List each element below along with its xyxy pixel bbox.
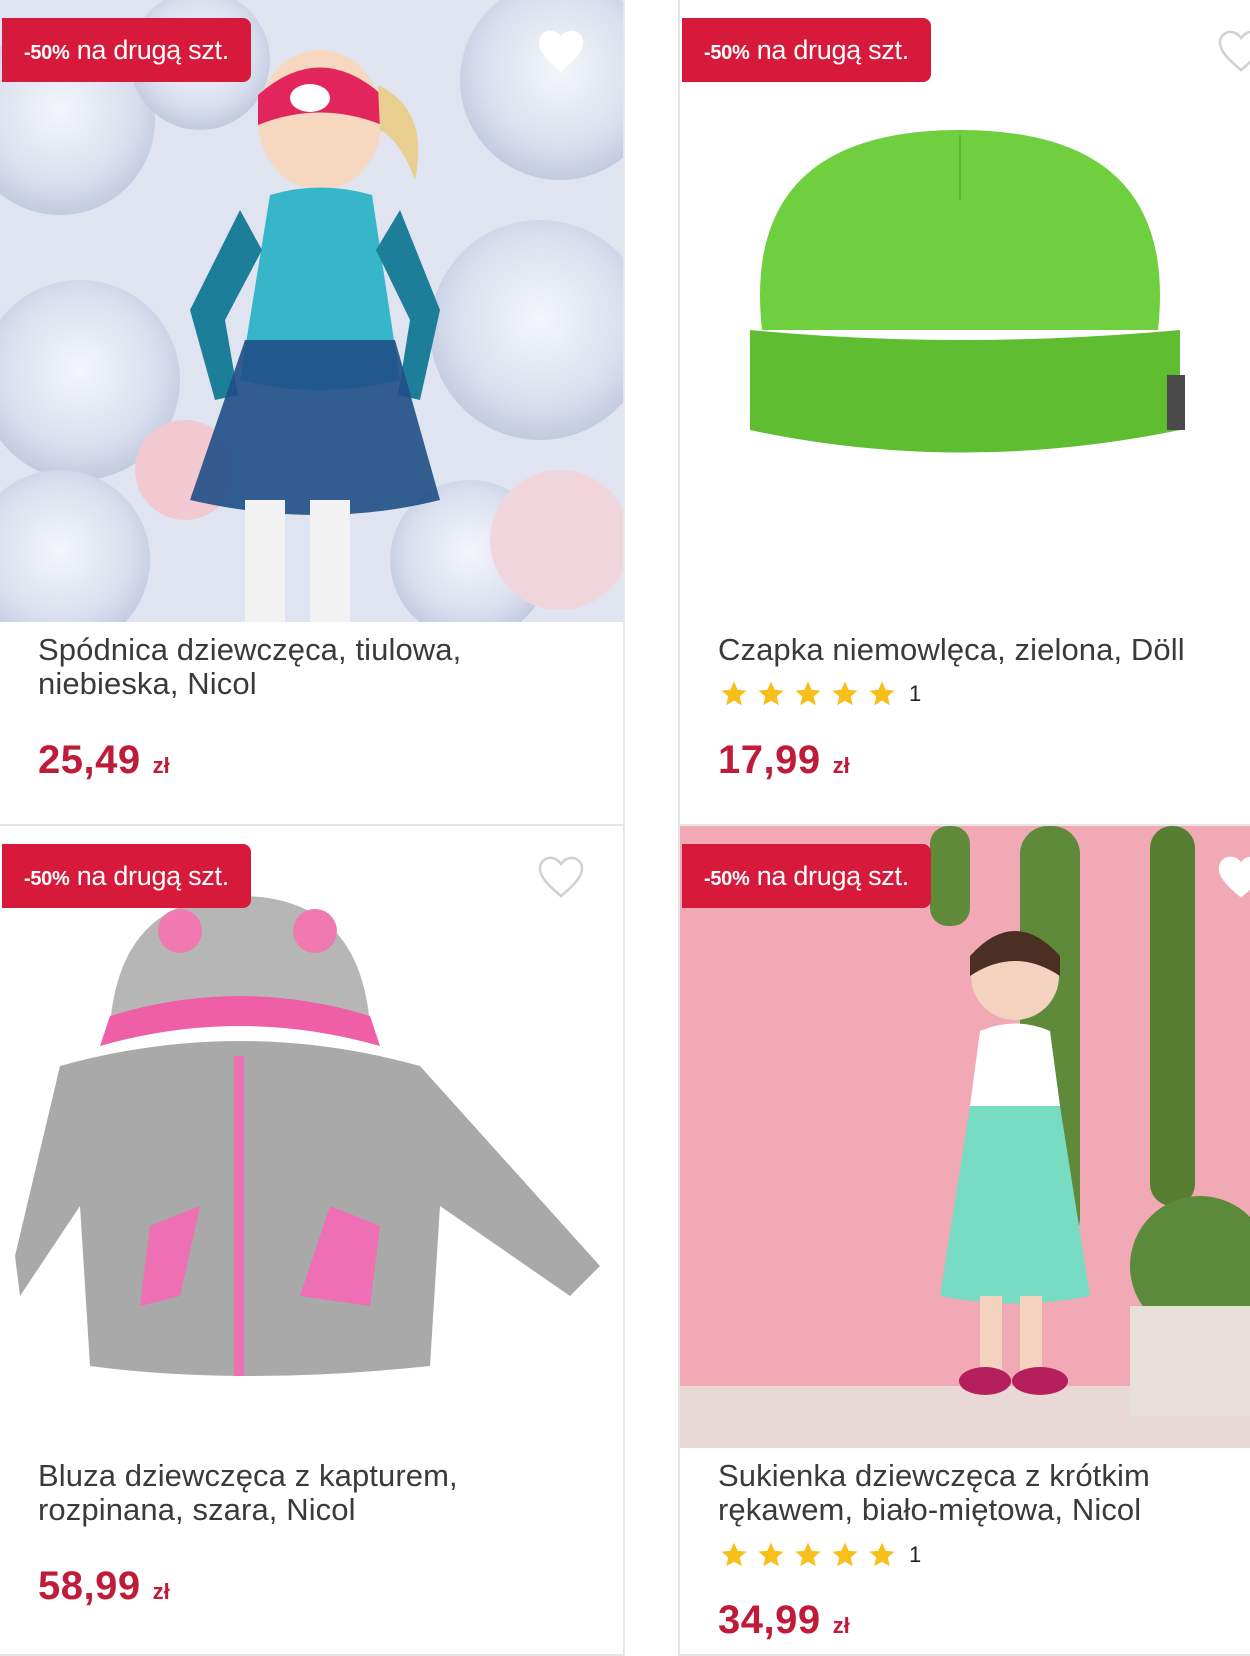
- favorite-heart-icon[interactable]: [538, 856, 584, 898]
- product-image[interactable]: [680, 0, 1250, 622]
- rating-stars: 1: [718, 679, 921, 709]
- product-title[interactable]: Czapka niemowlęca, zielona, Döll: [718, 633, 1232, 667]
- star-icon: [832, 681, 858, 706]
- discount-badge: -50% na drugą szt.: [2, 18, 251, 82]
- star-icon: [721, 1542, 747, 1567]
- star-icon: [869, 1542, 895, 1567]
- product-price: 25,49 zł: [38, 738, 170, 782]
- rating-count: 1: [909, 681, 922, 706]
- product-card[interactable]: -50% na drugą szt. Czapka niemowlęca, zi…: [678, 0, 1250, 826]
- favorite-heart-icon[interactable]: [1218, 856, 1250, 898]
- product-card[interactable]: -50% na drugą szt. Sukienka dziewczęca z…: [678, 826, 1250, 1656]
- discount-badge: -50% na drugą szt.: [682, 844, 931, 908]
- product-image[interactable]: [0, 0, 623, 622]
- star-icon: [795, 1542, 821, 1567]
- star-icon: [832, 1542, 858, 1567]
- favorite-heart-icon[interactable]: [1218, 30, 1250, 72]
- star-icon: [758, 681, 784, 706]
- product-image[interactable]: [680, 826, 1250, 1448]
- star-icon: [758, 1542, 784, 1567]
- product-grid: -50% na drugą szt. Spódnica dziewczęca, …: [0, 0, 1250, 1656]
- product-price: 58,99 zł: [38, 1564, 170, 1608]
- product-title[interactable]: Spódnica dziewczęca, tiulowa, niebieska,…: [38, 633, 603, 701]
- product-card[interactable]: -50% na drugą szt. Spódnica dziewczęca, …: [0, 0, 625, 826]
- rating-count: 1: [909, 1542, 922, 1567]
- product-card[interactable]: -50% na drugą szt. Bluza dziewczęca z ka…: [0, 826, 625, 1656]
- product-title[interactable]: Bluza dziewczęca z kapturem, rozpinana, …: [38, 1459, 603, 1527]
- product-title[interactable]: Sukienka dziewczęca z krótkim rękawem, b…: [718, 1459, 1232, 1527]
- favorite-heart-icon[interactable]: [538, 30, 584, 72]
- star-icon: [869, 681, 895, 706]
- star-icon: [721, 681, 747, 706]
- product-price: 34,99 zł: [718, 1598, 850, 1642]
- product-price: 17,99 zł: [718, 738, 850, 782]
- rating-stars: 1: [718, 1540, 921, 1570]
- product-image[interactable]: [0, 826, 623, 1446]
- discount-badge: -50% na drugą szt.: [682, 18, 931, 82]
- star-icon: [795, 681, 821, 706]
- discount-badge: -50% na drugą szt.: [2, 844, 251, 908]
